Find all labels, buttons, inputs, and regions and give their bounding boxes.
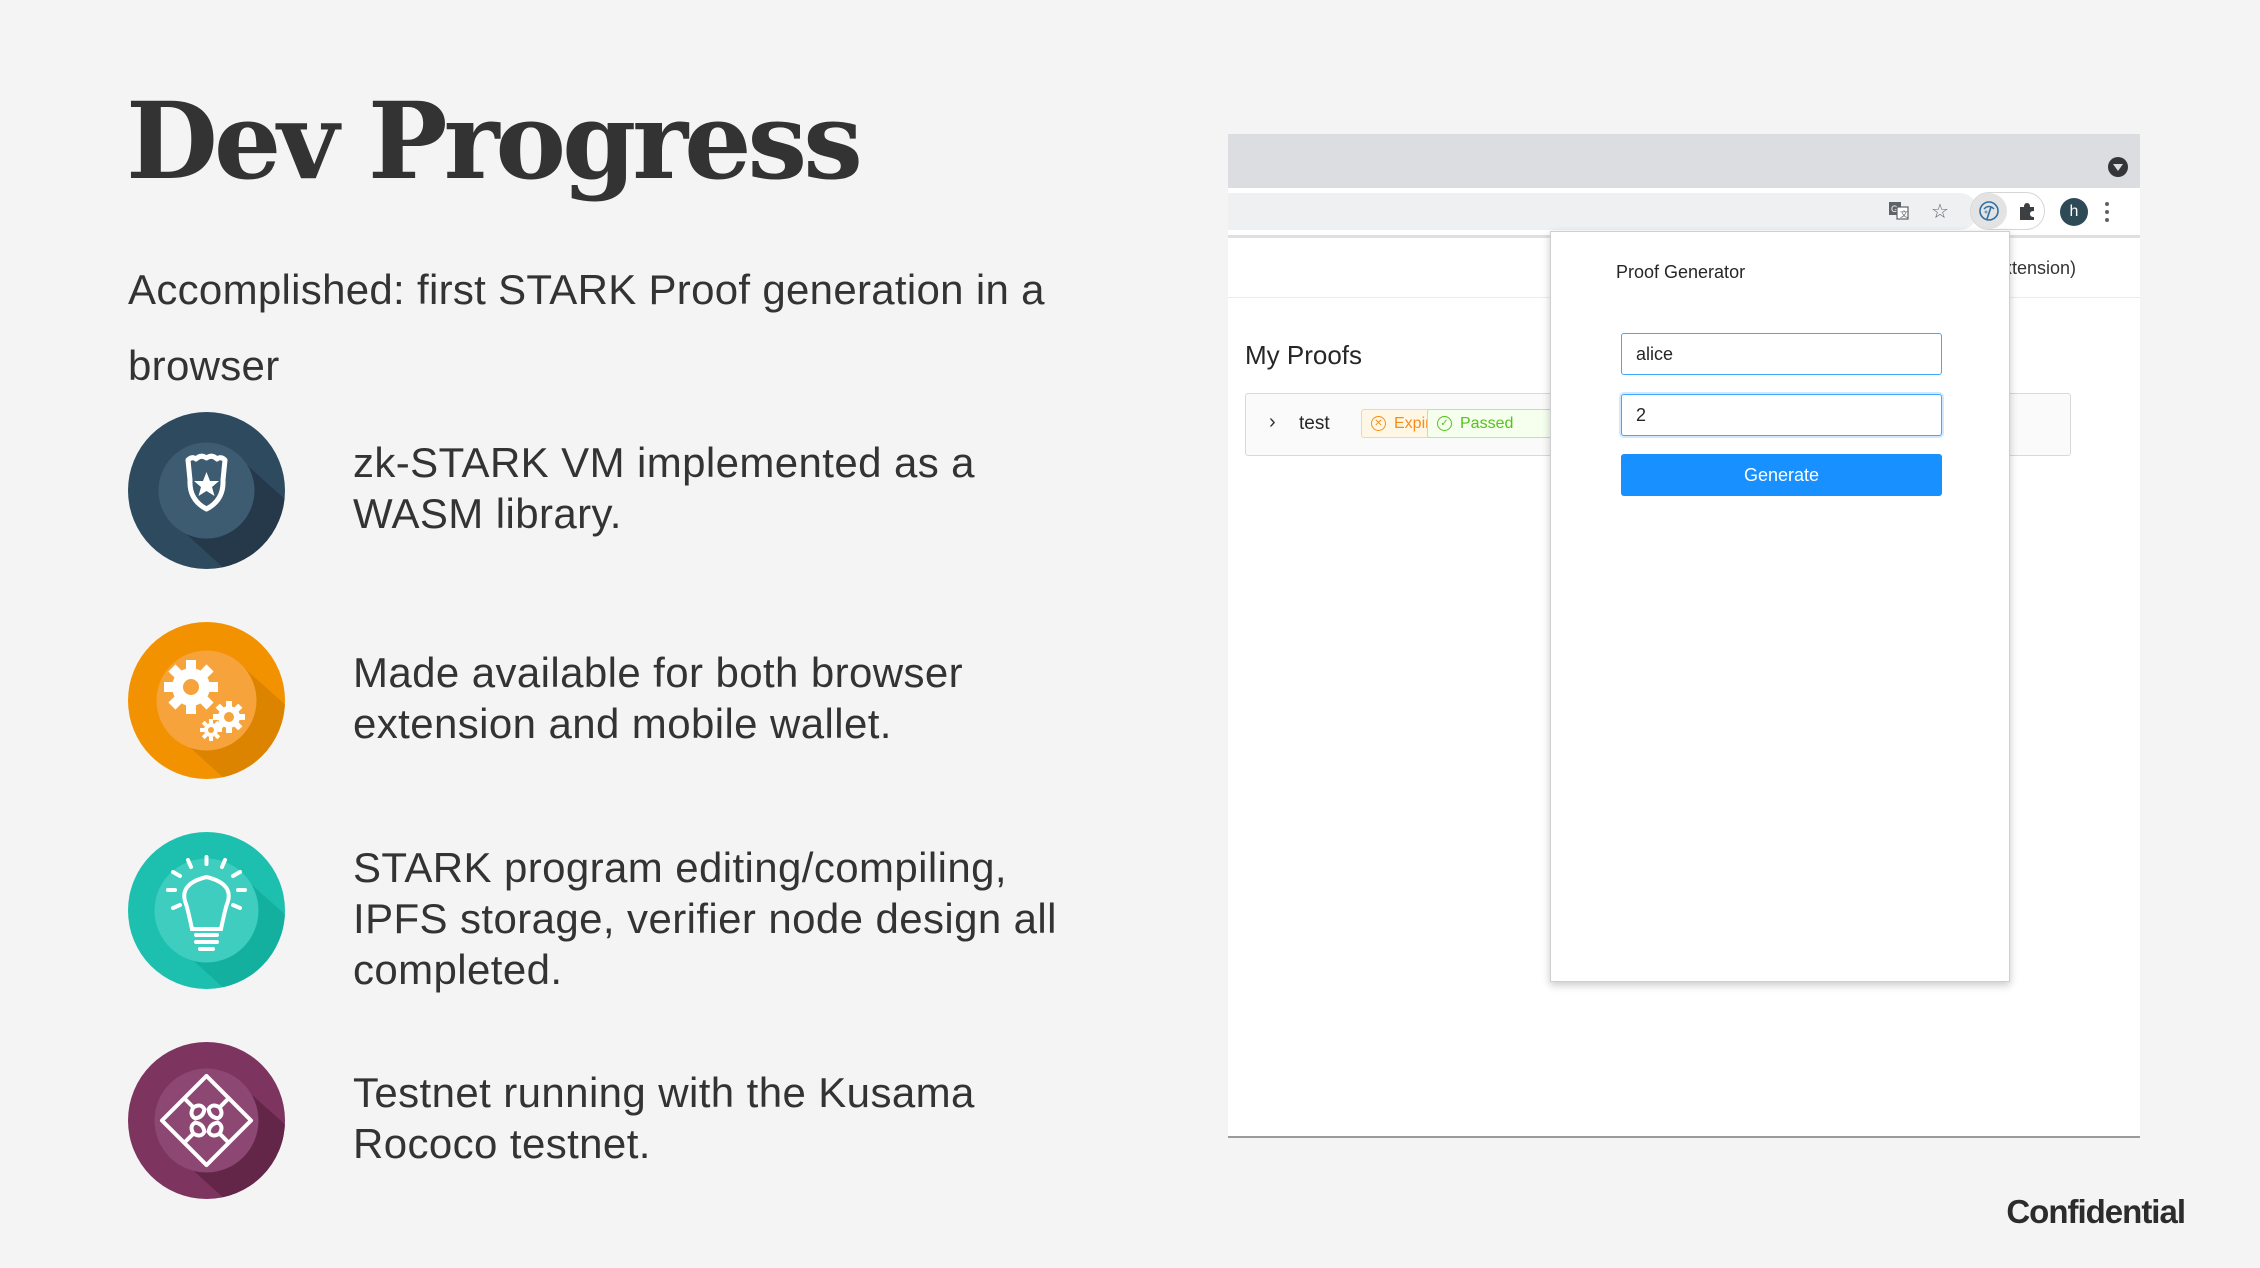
lightbulb-icon <box>128 832 285 989</box>
bookmark-star-icon[interactable]: ☆ <box>1925 196 1955 226</box>
browser-menu-kebab-icon[interactable] <box>2102 200 2112 224</box>
svg-text:文: 文 <box>1900 209 1908 219</box>
close-circle-icon: ✕ <box>1371 416 1386 431</box>
bullet-text: Made available for both browser extensio… <box>353 649 964 747</box>
address-bar[interactable] <box>1228 193 1978 230</box>
bullet-text: zk-STARK VM implemented as a WASM librar… <box>353 439 975 537</box>
browser-window-screenshot: G文 ☆ h xtension) My Proofs › test ✕ Expi… <box>1228 134 2140 1138</box>
profile-avatar[interactable]: h <box>2060 198 2088 226</box>
my-proofs-heading: My Proofs <box>1245 340 1363 370</box>
extension-proof-icon[interactable] <box>1971 193 2007 229</box>
bullet-item: Testnet running with the Kusama Rococo t… <box>128 1042 1078 1202</box>
value-input[interactable] <box>1621 394 1942 436</box>
badge-label: Passed <box>1460 414 1514 432</box>
browser-toolbar: G文 ☆ h <box>1228 188 2140 236</box>
slide-subtitle: Accomplished: first STARK Proof generati… <box>128 266 1045 389</box>
gears-icon <box>128 622 285 779</box>
bullet-text: Testnet running with the Kusama Rococo t… <box>353 1069 975 1167</box>
translate-icon[interactable]: G文 <box>1884 196 1914 226</box>
expand-chevron-icon[interactable]: › <box>1269 411 1276 434</box>
proof-name: test <box>1299 413 1330 434</box>
slide-title: Dev Progress <box>126 78 863 203</box>
extension-popup: Proof Generator Generate <box>1550 231 2010 982</box>
police-badge-icon <box>128 412 285 569</box>
header-text: xtension) <box>2003 258 2077 278</box>
name-input[interactable] <box>1621 333 1942 375</box>
check-circle-icon: ✓ <box>1437 416 1452 431</box>
browser-tab-bar <box>1228 134 2140 188</box>
extensions-puzzle-icon[interactable] <box>2012 196 2042 226</box>
generate-button[interactable]: Generate <box>1621 454 1942 496</box>
bullet-text: STARK program editing/compiling, IPFS st… <box>353 844 1057 993</box>
bullet-item: zk-STARK VM implemented as a WASM librar… <box>128 412 1078 572</box>
status-badge-passed: ✓ Passed <box>1427 409 1557 438</box>
confidential-footer: Confidential <box>2006 1193 2186 1230</box>
bullet-item: Made available for both browser extensio… <box>128 622 1078 782</box>
bullet-item: STARK program editing/compiling, IPFS st… <box>128 832 1078 993</box>
puzzle-icon <box>128 1042 285 1199</box>
popup-title: Proof Generator <box>1616 262 1746 282</box>
tab-search-dropdown-icon[interactable] <box>2108 157 2128 177</box>
